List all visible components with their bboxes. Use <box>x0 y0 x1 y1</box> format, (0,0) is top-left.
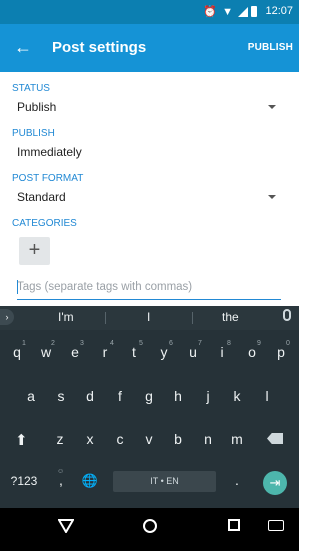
suggestion-divider <box>192 312 193 324</box>
post-format-dropdown-icon[interactable] <box>268 195 276 199</box>
shift-key[interactable]: ⬆ <box>15 431 28 449</box>
microphone-icon[interactable] <box>283 309 291 321</box>
symbols-key[interactable]: ?123 <box>8 474 40 488</box>
publish-action-button[interactable]: PUBLISH <box>248 42 293 53</box>
key-v[interactable]: v <box>138 431 160 447</box>
publish-label: PUBLISH <box>12 128 55 139</box>
status-select[interactable]: Publish <box>17 100 56 114</box>
enter-key-icon[interactable]: ⇥ <box>263 471 287 495</box>
key-alt-0: 0 <box>286 340 290 347</box>
suggestion-3[interactable]: the <box>222 310 239 324</box>
suggestion-1[interactable]: I'm <box>58 310 74 324</box>
key-m[interactable]: m <box>226 431 248 447</box>
app-bar: ← Post settings PUBLISH <box>0 24 299 72</box>
comma-key[interactable]: , <box>50 472 72 488</box>
key-n[interactable]: n <box>197 431 219 447</box>
key-g[interactable]: g <box>138 388 160 404</box>
suggestion-2[interactable]: I <box>147 310 150 324</box>
categories-label: CATEGORIES <box>12 218 77 229</box>
nav-back-icon[interactable] <box>58 519 74 533</box>
globe-icon[interactable]: 🌐 <box>79 473 101 489</box>
status-label: STATUS <box>12 83 50 94</box>
keyboard-switch-icon[interactable] <box>268 520 284 531</box>
key-alt-3: 3 <box>80 340 84 347</box>
key-j[interactable]: j <box>197 388 219 404</box>
page-title: Post settings <box>52 39 147 56</box>
post-settings-form: STATUS Publish PUBLISH Immediately POST … <box>0 72 299 306</box>
status-dropdown-icon[interactable] <box>268 105 276 109</box>
space-bar[interactable]: IT • EN <box>113 471 216 492</box>
key-f[interactable]: f <box>109 388 131 404</box>
key-k[interactable]: k <box>226 388 248 404</box>
key-x[interactable]: x <box>79 431 101 447</box>
key-a[interactable]: a <box>20 388 42 404</box>
key-c[interactable]: c <box>109 431 131 447</box>
expand-suggestions-icon[interactable]: › <box>0 309 14 325</box>
add-category-button[interactable]: + <box>19 237 50 265</box>
key-s[interactable]: s <box>50 388 72 404</box>
backspace-icon[interactable] <box>267 433 283 444</box>
key-alt-2: 2 <box>51 340 55 347</box>
tags-input[interactable] <box>17 276 281 298</box>
key-alt-8: 8 <box>227 340 231 347</box>
suggestion-strip: › I'm I the <box>0 306 299 330</box>
key-alt-4: 4 <box>110 340 114 347</box>
nav-recents-icon[interactable] <box>228 519 240 531</box>
status-time: 12:07 <box>265 5 293 17</box>
period-key[interactable]: . <box>226 472 248 488</box>
post-format-label: POST FORMAT <box>12 173 84 184</box>
key-h[interactable]: h <box>167 388 189 404</box>
arrow-back-icon[interactable]: ← <box>10 34 36 60</box>
publish-date-field[interactable]: Immediately <box>17 145 82 159</box>
key-alt-6: 6 <box>169 340 173 347</box>
nav-home-icon[interactable] <box>143 519 157 533</box>
alarm-icon: ⏰ <box>203 6 220 18</box>
key-b[interactable]: b <box>167 431 189 447</box>
key-d[interactable]: d <box>79 388 101 404</box>
suggestion-divider <box>105 312 106 324</box>
status-bar: ⏰ ▼ 12:07 <box>0 0 299 24</box>
key-alt-7: 7 <box>198 340 202 347</box>
key-alt-1: 1 <box>22 340 26 347</box>
signal-icon <box>238 6 248 17</box>
post-format-select[interactable]: Standard <box>17 190 66 204</box>
navigation-bar <box>0 508 299 551</box>
soft-keyboard: › I'm I the q w e r t y u i o p 1 2 3 4 … <box>0 306 299 508</box>
wifi-icon: ▼ <box>222 5 235 18</box>
tags-field[interactable] <box>17 276 281 300</box>
status-icons: ⏰ ▼ <box>203 5 257 18</box>
key-alt-9: 9 <box>257 340 261 347</box>
key-l[interactable]: l <box>256 388 278 404</box>
battery-icon <box>251 6 257 17</box>
key-z[interactable]: z <box>49 431 71 447</box>
text-cursor <box>17 280 18 294</box>
key-alt-5: 5 <box>139 340 143 347</box>
